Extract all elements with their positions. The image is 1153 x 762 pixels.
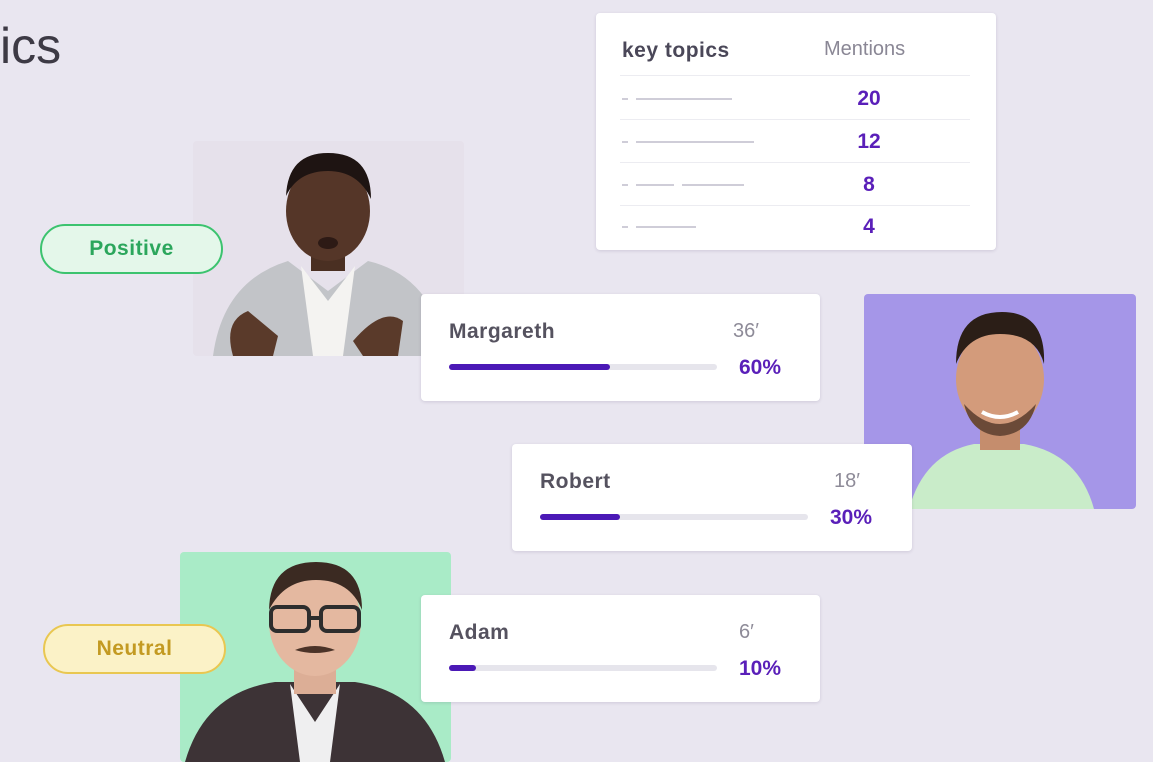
speaker-name: Adam bbox=[449, 621, 510, 644]
mentions-count: 12 bbox=[857, 130, 881, 153]
speaker-card-robert: Robert 18′ 30% bbox=[512, 444, 912, 551]
table-row: 12 bbox=[596, 122, 996, 162]
talk-time-percent: 30% bbox=[830, 506, 873, 529]
key-topics-header: key topics bbox=[622, 39, 730, 62]
talk-time-percent: 60% bbox=[739, 356, 782, 379]
redacted-text bbox=[636, 226, 696, 228]
speaker-minutes: 6′ bbox=[739, 621, 754, 643]
talk-time-fill bbox=[540, 514, 621, 520]
redacted-text bbox=[636, 141, 754, 143]
table-divider bbox=[620, 75, 970, 76]
talk-time-bar bbox=[540, 514, 808, 520]
mentions-count: 20 bbox=[857, 87, 881, 110]
talk-time-bar bbox=[449, 665, 717, 671]
redacted-text bbox=[682, 184, 744, 186]
mentions-count: 8 bbox=[863, 173, 875, 196]
speaker-minutes: 18′ bbox=[834, 470, 860, 492]
positive-sentiment-badge: Positive bbox=[40, 224, 223, 274]
speaker-minutes: 36′ bbox=[733, 320, 759, 342]
speaker-card-margareth: Margareth 36′ 60% bbox=[421, 294, 820, 401]
talk-time-percent: 10% bbox=[739, 657, 782, 680]
key-topics-table: key topics Mentions 20 12 8 4 bbox=[596, 13, 996, 250]
redacted-text bbox=[622, 226, 628, 228]
talk-time-bar bbox=[449, 364, 717, 370]
mentions-header: Mentions bbox=[824, 38, 906, 60]
redacted-text bbox=[636, 184, 674, 186]
neutral-sentiment-badge: Neutral bbox=[43, 624, 226, 674]
table-divider bbox=[620, 205, 970, 206]
table-row: 8 bbox=[596, 165, 996, 205]
talk-time-fill bbox=[449, 364, 610, 370]
table-divider bbox=[620, 162, 970, 163]
redacted-text bbox=[622, 98, 628, 100]
speaker-card-adam: Adam 6′ 10% bbox=[421, 595, 820, 702]
mentions-count: 4 bbox=[863, 215, 875, 238]
table-row: 4 bbox=[596, 207, 996, 247]
speaker-name: Margareth bbox=[449, 320, 556, 343]
talk-time-fill bbox=[449, 665, 476, 671]
redacted-text bbox=[622, 141, 628, 143]
redacted-text bbox=[636, 98, 732, 100]
page-heading: ics bbox=[0, 18, 62, 74]
table-divider bbox=[620, 119, 970, 120]
speaker-name: Robert bbox=[540, 470, 611, 493]
redacted-text bbox=[622, 184, 628, 186]
table-row: 20 bbox=[596, 79, 996, 119]
